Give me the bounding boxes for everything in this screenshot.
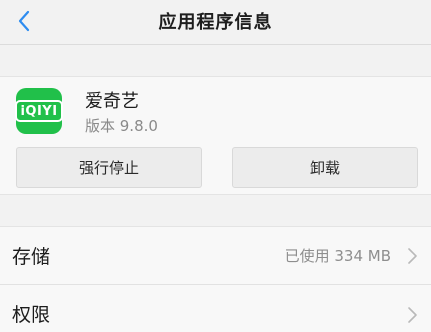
permissions-row[interactable]: 权限	[0, 284, 431, 332]
app-icon: iQIYI	[15, 88, 63, 134]
uninstall-button[interactable]: 卸载	[232, 147, 418, 188]
app-version: 版本 9.8.0	[85, 117, 158, 135]
app-info-screen: 应用程序信息 iQIYI 爱奇艺 版本 9.8.0 强行停止 卸载 存储 已使用…	[0, 0, 431, 332]
page-title: 应用程序信息	[158, 12, 273, 33]
permissions-label: 权限	[12, 304, 51, 326]
nav-bar: 应用程序信息	[0, 0, 431, 45]
chevron-right-icon	[408, 248, 417, 264]
chevron-right-icon	[408, 307, 417, 323]
force-stop-button[interactable]: 强行停止	[16, 147, 202, 188]
app-summary-card: iQIYI 爱奇艺 版本 9.8.0 强行停止 卸载	[0, 76, 431, 195]
storage-usage-value: 已使用 334 MB	[284, 247, 391, 265]
iqiyi-logo-icon: iQIYI	[15, 100, 63, 122]
storage-label: 存储	[12, 246, 51, 268]
app-name: 爱奇艺	[85, 91, 139, 112]
storage-row[interactable]: 存储 已使用 334 MB	[0, 226, 431, 284]
